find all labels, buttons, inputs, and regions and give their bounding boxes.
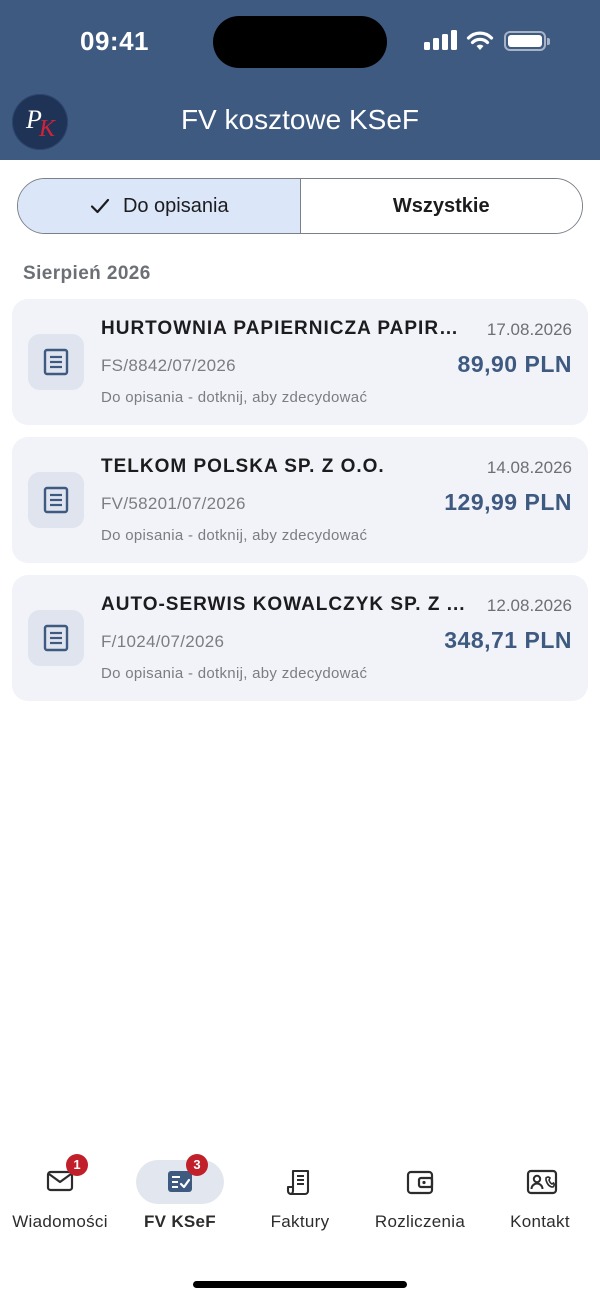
invoice-vendor: TELKOM POLSKA SP. Z O.O. [101, 456, 385, 477]
status-time: 09:41 [80, 26, 149, 56]
invoice-date: 17.08.2026 [486, 320, 572, 339]
tab-rozliczenia[interactable]: Rozliczenia [360, 1150, 480, 1240]
status-icons [424, 28, 550, 54]
filter-inactive-label: Wszystkie [392, 194, 490, 217]
section-title: Sierpień 2026 [23, 263, 151, 284]
invoice-date: 12.08.2026 [486, 596, 572, 615]
invoice-status: Do opisania - dotknij, aby zdecydować [101, 527, 368, 544]
filter-do-opisania[interactable]: Do opisania [18, 179, 301, 233]
wifi-icon [466, 31, 494, 50]
pending-badge: 3 [186, 1154, 208, 1176]
tab-label: Faktury [270, 1212, 330, 1231]
tab-faktury[interactable]: Faktury [240, 1150, 360, 1240]
battery-icon [504, 31, 550, 51]
invoice-card[interactable]: HURTOWNIA PAPIERNICZA PAPIRU... 17.08.20… [12, 299, 588, 425]
tab-icon-container [376, 1160, 464, 1204]
bottom-tab-bar: 1 Wiadomości 3 FV KSeF Faktury Rozliczen… [0, 1150, 600, 1240]
tab-icon-container: 1 [16, 1154, 104, 1204]
page-title: FV kosztowe KSeF [180, 104, 420, 135]
tab-fv-ksef[interactable]: 3 FV KSeF [120, 1150, 240, 1240]
contact-card-icon [526, 1169, 558, 1195]
dynamic-island [213, 16, 387, 68]
home-indicator[interactable] [193, 1281, 407, 1288]
signal-icon [424, 28, 458, 54]
tab-label: Kontakt [510, 1212, 570, 1231]
invoice-amount: 89,90 PLN [457, 351, 572, 377]
tab-label: Rozliczenia [374, 1212, 466, 1231]
invoice-amount: 348,71 PLN [444, 627, 572, 653]
unread-badge: 1 [66, 1154, 88, 1176]
invoice-doc-icon [28, 610, 84, 666]
invoice-number: F/1024/07/2026 [101, 632, 225, 651]
app-header: 09:41 P K FV kosztowe KSeF [0, 0, 600, 160]
check-icon [90, 198, 110, 214]
receipt-icon [286, 1169, 310, 1196]
filter-segmented-control: Do opisania Wszystkie [17, 178, 583, 234]
filter-active-label: Do opisania [122, 194, 229, 217]
invoice-doc-icon [28, 472, 84, 528]
invoice-number: FV/58201/07/2026 [101, 494, 246, 513]
invoice-card[interactable]: TELKOM POLSKA SP. Z O.O. 14.08.2026 FV/5… [12, 437, 588, 563]
tab-wiadomosci[interactable]: 1 Wiadomości [0, 1150, 120, 1240]
invoice-card[interactable]: AUTO-SERWIS KOWALCZYK SP. Z ... 12.08.20… [12, 575, 588, 701]
invoice-status: Do opisania - dotknij, aby zdecydować [101, 665, 368, 682]
invoice-vendor: AUTO-SERWIS KOWALCZYK SP. Z ... [101, 594, 466, 615]
tab-icon-container: 3 [136, 1154, 224, 1204]
invoice-vendor: HURTOWNIA PAPIERNICZA PAPIRU... [101, 318, 471, 339]
filter-wszystkie[interactable]: Wszystkie [300, 179, 582, 233]
tab-label: Wiadomości [12, 1212, 108, 1231]
invoice-status: Do opisania - dotknij, aby zdecydować [101, 389, 368, 406]
tab-icon-container [496, 1160, 584, 1204]
tab-kontakt[interactable]: Kontakt [480, 1150, 600, 1240]
invoice-doc-icon [28, 334, 84, 390]
invoice-amount: 129,99 PLN [444, 489, 572, 515]
invoice-date: 14.08.2026 [486, 458, 572, 477]
tab-icon-container [256, 1160, 344, 1204]
tab-label: FV KSeF [143, 1212, 216, 1231]
invoice-number: FS/8842/07/2026 [101, 356, 236, 375]
wallet-icon [406, 1170, 434, 1195]
